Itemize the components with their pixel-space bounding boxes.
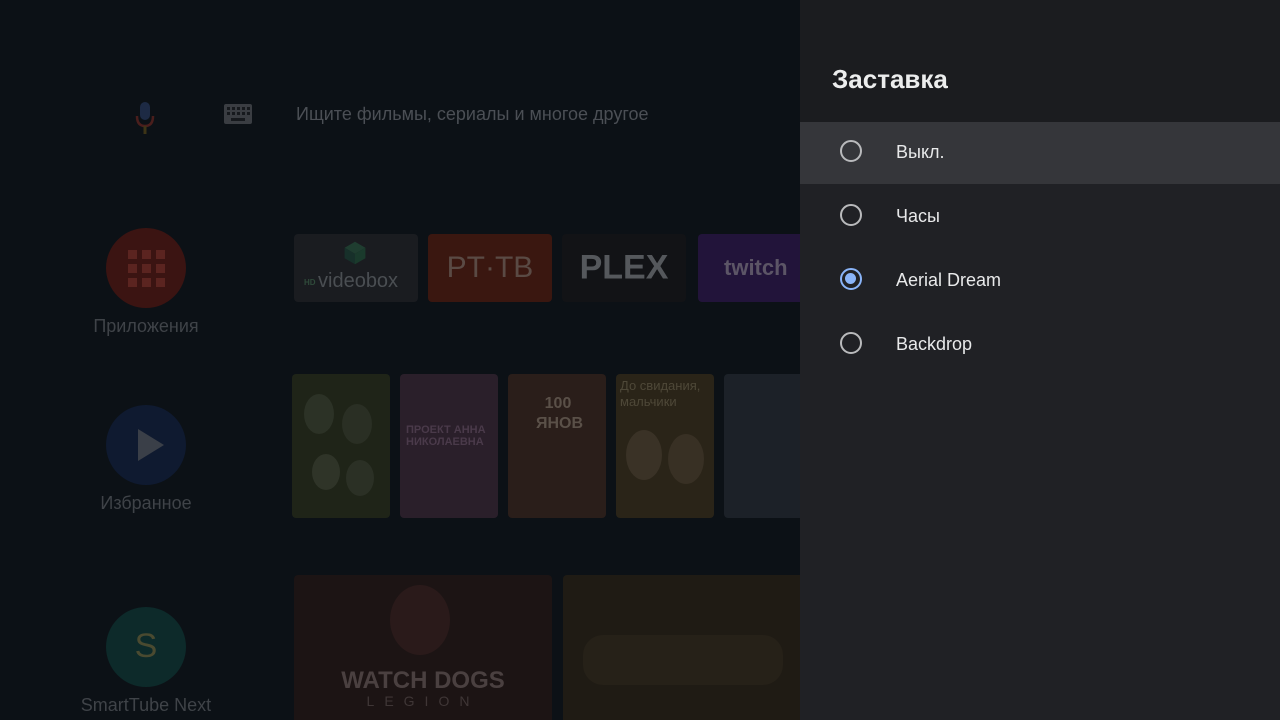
launcher-background: Ищите фильмы, сериалы и многое другое Пр… [0, 0, 800, 720]
search-bar[interactable]: Ищите фильмы, сериалы и многое другое [0, 90, 800, 140]
option-clock[interactable]: Часы [800, 186, 1280, 248]
sidebar-item-favorites[interactable]: Избранное [70, 405, 222, 514]
radio-button[interactable] [840, 140, 862, 162]
apps-grid-icon [106, 228, 186, 308]
smarttube-logo-icon: S [106, 607, 186, 687]
app-tile-label: videobox [318, 270, 399, 292]
sidebar-item-apps[interactable]: Приложения [70, 228, 222, 337]
app-tile-label: twitch [724, 255, 788, 280]
poster-title: 100 ЯНОВ [536, 395, 584, 432]
option-label: Выкл. [896, 142, 945, 162]
app-tile-label: PT·TB [446, 251, 534, 284]
app-tile-plex[interactable]: PLEX [562, 234, 686, 302]
poster-3[interactable]: 100 ЯНОВ [508, 374, 606, 518]
banner-subtitle: LEGION [366, 693, 480, 709]
option-aerial-dream[interactable]: Aerial Dream [800, 250, 1280, 312]
poster-5[interactable] [724, 374, 800, 518]
poster-4[interactable]: До свидания, мальчики [616, 374, 714, 518]
option-label: Aerial Dream [896, 270, 1002, 290]
option-backdrop[interactable]: Backdrop [800, 314, 1280, 376]
app-tile-videobox[interactable]: HD videobox [294, 234, 418, 302]
search-placeholder: Ищите фильмы, сериалы и многое другое [296, 104, 649, 124]
radio-button-selected[interactable] [840, 268, 862, 290]
keyboard-icon[interactable] [224, 104, 252, 124]
poster-title: ПРОЕКТ АННА НИКОЛАЕВНА [406, 424, 486, 448]
videobox-hd-badge: HD [304, 278, 316, 287]
sidebar-item-label: SmartTube Next [80, 695, 212, 715]
poster-2[interactable]: ПРОЕКТ АННА НИКОЛАЕВНА [400, 374, 498, 518]
banner-2[interactable] [563, 575, 800, 720]
option-off[interactable]: Выкл. [800, 122, 1280, 184]
radio-button[interactable] [840, 204, 862, 226]
poster-1[interactable] [292, 374, 390, 518]
app-tile-twitch[interactable]: twitch [698, 234, 800, 302]
option-label: Backdrop [896, 334, 973, 354]
panel-header: Заставка [800, 0, 1280, 122]
option-label: Часы [896, 206, 940, 226]
app-tile-label: PLEX [579, 248, 669, 287]
sidebar-item-label: Приложения [93, 316, 199, 336]
app-tile-pttb[interactable]: PT·TB [428, 234, 552, 302]
microphone-icon[interactable] [134, 100, 156, 136]
banner-title: WATCH DOGS [341, 667, 505, 694]
radio-button[interactable] [840, 332, 862, 354]
play-icon [106, 405, 186, 485]
panel-title: Заставка [832, 64, 948, 94]
screensaver-panel: Заставка Выкл. Часы Aerial Dream Backdro… [800, 0, 1280, 720]
videobox-cube-icon [344, 241, 366, 265]
poster-title: До свидания, мальчики [620, 378, 701, 409]
banner-watch-dogs[interactable]: WATCH DOGS LEGION [294, 575, 552, 720]
smarttube-letter: S [134, 627, 158, 665]
sidebar-item-label: Избранное [100, 493, 192, 513]
sidebar-item-smarttube[interactable]: S SmartTube Next [70, 607, 222, 716]
